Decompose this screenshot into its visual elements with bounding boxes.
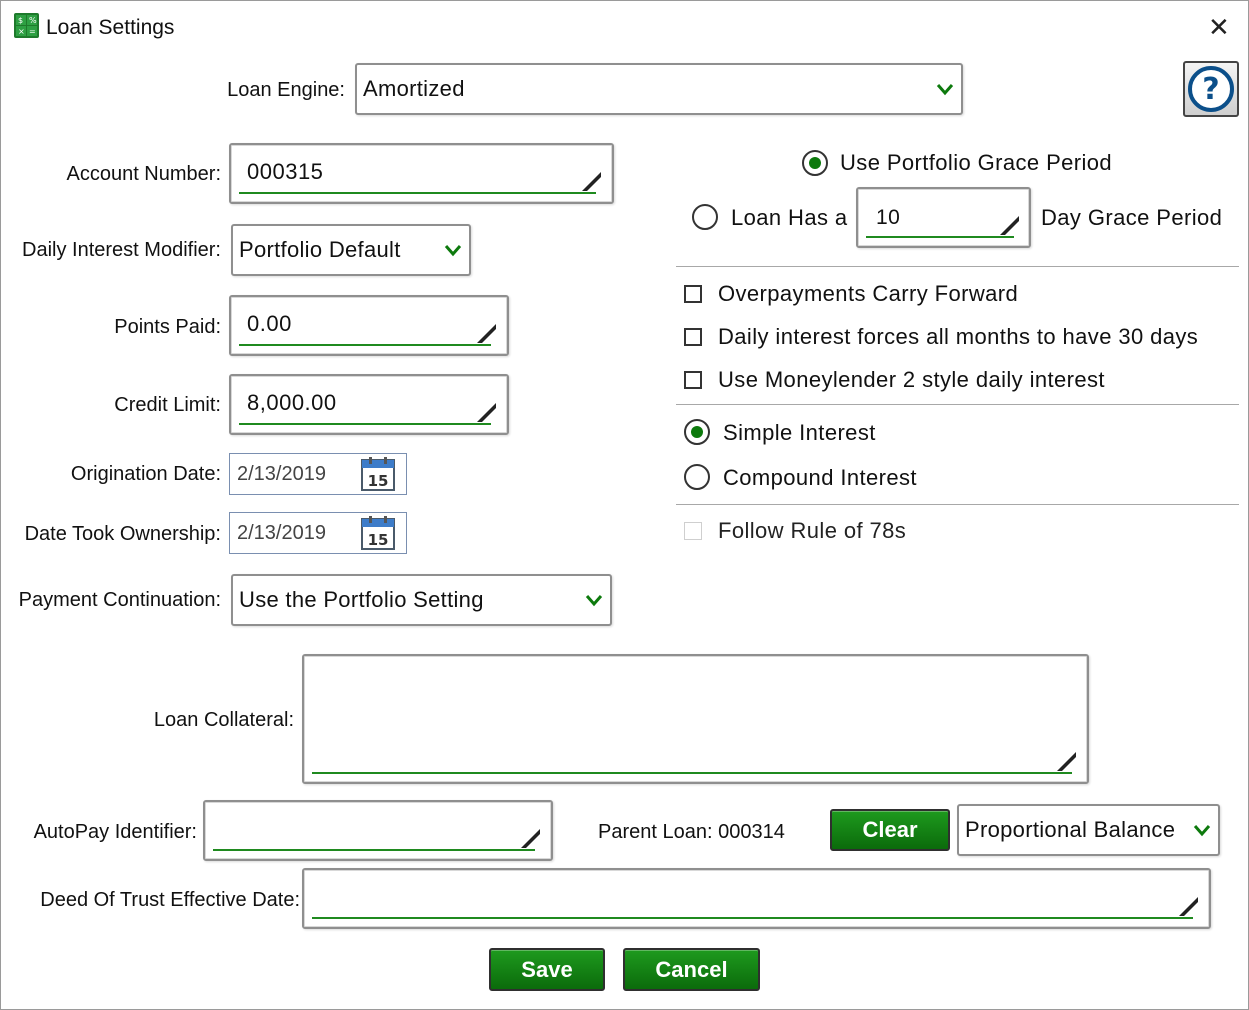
payment-continuation-dropdown[interactable]: Use the Portfolio Setting xyxy=(231,574,612,626)
points-paid-value: 0.00 xyxy=(247,311,292,336)
date-took-ownership-label: Date Took Ownership: xyxy=(24,523,221,545)
moneylender2-checkbox[interactable] xyxy=(684,371,702,389)
daily-interest-modifier-value: Portfolio Default xyxy=(239,237,401,262)
save-button[interactable]: Save xyxy=(489,948,605,991)
overpayments-carry-forward-checkbox[interactable] xyxy=(684,285,702,303)
loan-has-grace-radio[interactable] xyxy=(692,204,718,230)
loan-engine-label: Loan Engine: xyxy=(227,79,345,101)
help-button[interactable]: ? xyxy=(1183,61,1239,117)
points-paid-field[interactable]: 0.00 xyxy=(229,295,509,356)
help-glyph: ? xyxy=(1202,72,1219,107)
cancel-button[interactable]: Cancel xyxy=(623,948,760,991)
help-icon: ? xyxy=(1188,66,1234,112)
daily-interest-modifier-dropdown[interactable]: Portfolio Default xyxy=(231,224,471,276)
daily-interest-modifier-label: Daily Interest Modifier: xyxy=(22,239,221,261)
svg-text:15: 15 xyxy=(368,531,389,549)
svg-text:15: 15 xyxy=(368,472,389,490)
account-number-value: 000315 xyxy=(247,159,324,184)
clear-parent-loan-button[interactable]: Clear xyxy=(830,809,950,851)
divider xyxy=(676,266,1239,267)
resize-grip-icon xyxy=(521,829,540,848)
calendar-icon[interactable]: 15 xyxy=(361,457,395,491)
simple-interest-label: Simple Interest xyxy=(723,420,876,445)
resize-grip-icon xyxy=(1179,897,1198,916)
points-paid-label: Points Paid: xyxy=(114,316,221,338)
origination-date-picker[interactable]: 2/13/2019 15 xyxy=(229,453,407,495)
use-portfolio-grace-label: Use Portfolio Grace Period xyxy=(840,150,1113,175)
rule-of-78s-checkbox[interactable] xyxy=(684,522,702,540)
field-underline xyxy=(312,772,1072,774)
chevron-down-icon xyxy=(444,245,462,257)
date-took-ownership-picker[interactable]: 2/13/2019 15 xyxy=(229,512,407,554)
parent-loan-label: Parent Loan: 000314 xyxy=(598,821,785,843)
field-underline xyxy=(239,344,491,346)
resize-grip-icon xyxy=(477,403,496,422)
thirty-day-months-checkbox[interactable] xyxy=(684,328,702,346)
deed-of-trust-label: Deed Of Trust Effective Date: xyxy=(40,889,300,911)
compound-interest-radio[interactable] xyxy=(684,464,710,490)
chevron-down-icon xyxy=(1193,825,1211,837)
chevron-down-icon xyxy=(936,84,954,96)
divider xyxy=(676,404,1239,405)
account-number-label: Account Number: xyxy=(66,163,221,185)
overpayments-carry-forward-label: Overpayments Carry Forward xyxy=(718,281,1019,306)
svg-text:×: × xyxy=(18,27,25,36)
close-icon[interactable]: ✕ xyxy=(1208,14,1230,40)
date-took-ownership-value: 2/13/2019 xyxy=(237,522,326,544)
resize-grip-icon xyxy=(1057,752,1076,771)
rule-of-78s-label: Follow Rule of 78s xyxy=(718,518,907,543)
credit-limit-value: 8,000.00 xyxy=(247,390,337,415)
compound-interest-label: Compound Interest xyxy=(723,465,917,490)
parent-loan-mode-value: Proportional Balance xyxy=(965,817,1176,842)
payment-continuation-label: Payment Continuation: xyxy=(18,589,221,611)
svg-text:=: = xyxy=(29,27,36,36)
field-underline xyxy=(239,192,596,194)
field-underline xyxy=(239,423,491,425)
thirty-day-months-label: Daily interest forces all months to have… xyxy=(718,324,1199,349)
parent-loan-mode-dropdown[interactable]: Proportional Balance xyxy=(957,804,1220,856)
origination-date-label: Origination Date: xyxy=(70,463,221,485)
autopay-identifier-label: AutoPay Identifier: xyxy=(33,821,197,843)
grace-days-field[interactable]: 10 xyxy=(856,187,1031,248)
calculator-icon: $ % × = xyxy=(14,13,39,38)
resize-grip-icon xyxy=(582,172,601,191)
simple-interest-radio[interactable] xyxy=(684,419,710,445)
account-number-field[interactable]: 000315 xyxy=(229,143,614,204)
svg-text:%: % xyxy=(29,16,37,25)
day-grace-period-label: Day Grace Period xyxy=(1041,205,1223,230)
grace-days-value: 10 xyxy=(876,206,901,229)
use-portfolio-grace-radio[interactable] xyxy=(802,150,828,176)
divider xyxy=(676,504,1239,505)
field-underline xyxy=(213,849,535,851)
loan-collateral-label: Loan Collateral: xyxy=(153,709,294,731)
deed-of-trust-field[interactable] xyxy=(302,868,1211,929)
svg-text:$: $ xyxy=(18,16,23,25)
loan-collateral-textarea[interactable] xyxy=(302,654,1089,784)
loan-engine-dropdown[interactable]: Amortized xyxy=(355,63,963,115)
credit-limit-field[interactable]: 8,000.00 xyxy=(229,374,509,435)
field-underline xyxy=(312,917,1193,919)
autopay-identifier-field[interactable] xyxy=(203,800,553,861)
credit-limit-label: Credit Limit: xyxy=(114,394,221,416)
resize-grip-icon xyxy=(477,324,496,343)
moneylender2-label: Use Moneylender 2 style daily interest xyxy=(718,367,1105,392)
resize-grip-icon xyxy=(1000,216,1019,235)
window-title: Loan Settings xyxy=(46,16,175,39)
field-underline xyxy=(866,236,1014,238)
loan-engine-value: Amortized xyxy=(363,76,465,101)
payment-continuation-value: Use the Portfolio Setting xyxy=(239,587,484,612)
loan-has-a-label: Loan Has a xyxy=(731,205,848,230)
calendar-icon[interactable]: 15 xyxy=(361,516,395,550)
origination-date-value: 2/13/2019 xyxy=(237,463,326,485)
chevron-down-icon xyxy=(585,595,603,607)
